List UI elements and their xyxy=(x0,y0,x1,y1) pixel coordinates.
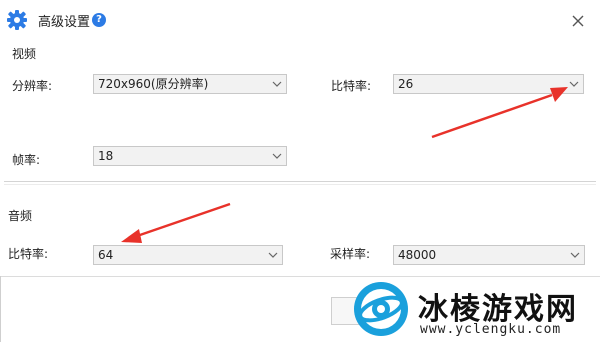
arrow-to-video-bitrate xyxy=(431,87,568,139)
video-framerate-label: 帧率: xyxy=(12,153,41,167)
question-circle-icon[interactable]: ? xyxy=(92,13,106,27)
video-framerate-value: 18 xyxy=(98,149,114,163)
video-framerate-select[interactable]: 18 xyxy=(93,146,287,166)
arrow-to-audio-bitrate xyxy=(121,202,231,243)
section-divider xyxy=(4,181,596,182)
title-bar: 高级设置 ? xyxy=(0,0,600,38)
chevron-down-icon xyxy=(570,252,580,258)
chevron-down-icon xyxy=(272,81,282,87)
gear-icon xyxy=(7,10,27,30)
section-divider-shadow xyxy=(4,184,596,185)
dialog-title: 高级设置 xyxy=(38,15,91,30)
video-bitrate-value: 26 xyxy=(398,77,414,91)
audio-samplerate-value: 48000 xyxy=(398,248,437,262)
watermark-logo-icon xyxy=(354,282,408,336)
video-resolution-label: 分辨率: xyxy=(12,79,53,93)
audio-section-label: 音频 xyxy=(8,209,33,223)
chevron-down-icon xyxy=(268,252,278,258)
audio-samplerate-label: 采样率: xyxy=(330,247,371,261)
advanced-settings-dialog: 高级设置 ? 视频 分辨率: 720x960(原分辨率) 比特率: 26 帧率:… xyxy=(0,0,600,342)
audio-bitrate-value: 64 xyxy=(98,248,114,262)
close-icon[interactable] xyxy=(569,12,587,30)
video-resolution-value: 720x960(原分辨率) xyxy=(98,77,209,91)
chevron-down-icon xyxy=(272,153,282,159)
audio-bitrate-label: 比特率: xyxy=(8,247,49,261)
site-watermark: 冰棱游戏网 www.yclengku.com xyxy=(346,278,600,342)
footer-edge xyxy=(0,276,1,342)
video-section-label: 视频 xyxy=(12,47,37,61)
watermark-url-text: www.yclengku.com xyxy=(420,322,562,337)
footer-divider xyxy=(0,276,600,277)
chevron-down-icon xyxy=(569,81,579,87)
video-resolution-select[interactable]: 720x960(原分辨率) xyxy=(93,74,287,94)
video-bitrate-label: 比特率: xyxy=(331,79,372,93)
video-bitrate-select[interactable]: 26 xyxy=(393,74,584,94)
audio-samplerate-select[interactable]: 48000 xyxy=(393,245,585,265)
audio-bitrate-select[interactable]: 64 xyxy=(93,245,283,265)
